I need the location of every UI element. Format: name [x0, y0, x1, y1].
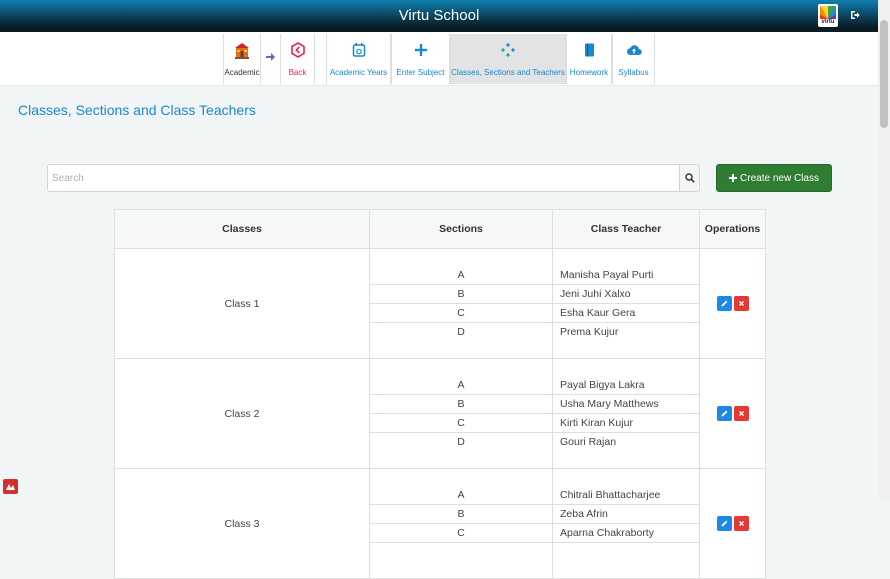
- page-scrollbar[interactable]: [878, 0, 890, 500]
- nav-label: Academic Years: [329, 68, 388, 77]
- table-row: Class 2: [114, 358, 766, 469]
- teacher-cell: Aparna Chakraborty: [552, 523, 700, 543]
- nav-academic[interactable]: Academic: [223, 34, 261, 84]
- teacher-cell: Prema Kujur: [552, 322, 700, 341]
- section-cell: [369, 542, 553, 561]
- pencil-icon: [721, 520, 727, 527]
- column-header: Operations: [699, 209, 766, 249]
- school-building-icon: [235, 43, 249, 59]
- teacher-cell: Payal Bigya Lakra: [552, 376, 700, 395]
- delete-button[interactable]: [733, 516, 749, 531]
- delete-button[interactable]: [733, 406, 749, 421]
- close-icon: [738, 521, 744, 526]
- teacher-cell: Zeba Afrin: [552, 504, 700, 524]
- section-cell: C: [369, 413, 553, 433]
- section-cell: B: [369, 394, 553, 414]
- top-bar: Virtu School virtu: [0, 0, 878, 32]
- teacher-cell: Jeni Juhi Xalxo: [552, 284, 700, 304]
- school-logo[interactable]: virtu: [818, 4, 838, 27]
- corner-widget-icon[interactable]: [3, 479, 18, 494]
- nav-academic-years[interactable]: Academic Years: [326, 34, 391, 84]
- row-operations: [699, 358, 766, 469]
- search-input[interactable]: [47, 164, 679, 192]
- teacher-cell: Chitrali Bhattacharjee: [552, 486, 700, 505]
- column-header: Class Teacher: [552, 209, 700, 249]
- class-name: Class 2: [114, 358, 370, 469]
- column-header: Classes: [114, 209, 370, 249]
- plus-icon: [414, 44, 427, 56]
- search-button[interactable]: [679, 164, 700, 192]
- table-row: Class 1: [114, 248, 766, 359]
- nav-syllabus[interactable]: Syllabus: [612, 34, 655, 84]
- nav-label: Homework: [569, 68, 609, 77]
- teacher-cell: Usha Mary Matthews: [552, 394, 700, 414]
- column-header: Sections: [369, 209, 553, 249]
- class-name: Class 3: [114, 468, 370, 579]
- teacher-cell: Esha Kaur Gera: [552, 303, 700, 323]
- nav-label: Enter Subject: [396, 68, 445, 77]
- teacher-cell: Gouri Rajan: [552, 432, 700, 451]
- nav-homework[interactable]: Homework: [566, 34, 612, 84]
- edit-button[interactable]: [716, 296, 732, 311]
- nav-label: Back: [288, 68, 307, 77]
- edit-button[interactable]: [716, 516, 732, 531]
- class-name: Class 1: [114, 248, 370, 359]
- section-cell: A: [369, 486, 553, 505]
- page-title: Classes, Sections and Class Teachers: [18, 102, 256, 118]
- section-cell: B: [369, 504, 553, 524]
- arrow-right-icon: [266, 53, 275, 61]
- scrollbar-thumb[interactable]: [880, 20, 888, 128]
- pencil-icon: [721, 410, 727, 417]
- search-icon: [684, 173, 695, 183]
- book-icon: [585, 43, 594, 57]
- delete-button[interactable]: [733, 296, 749, 311]
- nav-label: Syllabus: [618, 68, 649, 77]
- section-cell: D: [369, 322, 553, 341]
- cloud-upload-icon: [626, 45, 642, 56]
- nav-enter-subject[interactable]: Enter Subject: [391, 34, 450, 84]
- section-cell: D: [369, 432, 553, 451]
- nav-label: Classes, Sections and Teachers: [451, 68, 565, 77]
- classes-table: Classes Sections Class Teacher Operation…: [114, 209, 766, 579]
- teacher-cell: Manisha Payal Purti: [552, 266, 700, 285]
- nav-label: Academic: [224, 68, 260, 77]
- sign-out-icon[interactable]: [850, 10, 860, 20]
- pencil-icon: [721, 300, 727, 307]
- plus-icon: [729, 174, 738, 182]
- logo-text: virtu: [821, 19, 835, 25]
- section-cell: C: [369, 523, 553, 543]
- nav-back[interactable]: Back: [280, 34, 315, 84]
- app-title: Virtu School: [398, 7, 480, 24]
- teacher-cell: Kirti Kiran Kujur: [552, 413, 700, 433]
- table-row: Class 3: [114, 468, 766, 579]
- row-operations: [699, 468, 766, 579]
- edit-button[interactable]: [716, 406, 732, 421]
- create-class-button[interactable]: Create new Class: [716, 164, 832, 192]
- section-cell: B: [369, 284, 553, 304]
- section-cell: A: [369, 376, 553, 395]
- section-cell: C: [369, 303, 553, 323]
- nav-classes-sections-teachers[interactable]: Classes, Sections and Teachers: [450, 34, 566, 84]
- back-icon: [290, 42, 305, 58]
- row-operations: [699, 248, 766, 359]
- create-class-label: Create new Class: [740, 172, 819, 184]
- sections-icon: [501, 43, 515, 57]
- calendar-icon: [352, 43, 365, 57]
- table-header-row: Classes Sections Class Teacher Operation…: [114, 209, 766, 249]
- teacher-cell: [552, 542, 700, 561]
- close-icon: [738, 411, 744, 416]
- section-cell: A: [369, 266, 553, 285]
- module-toolbar: Academic Back Academic Years Enter Subje…: [0, 32, 878, 86]
- close-icon: [738, 301, 744, 306]
